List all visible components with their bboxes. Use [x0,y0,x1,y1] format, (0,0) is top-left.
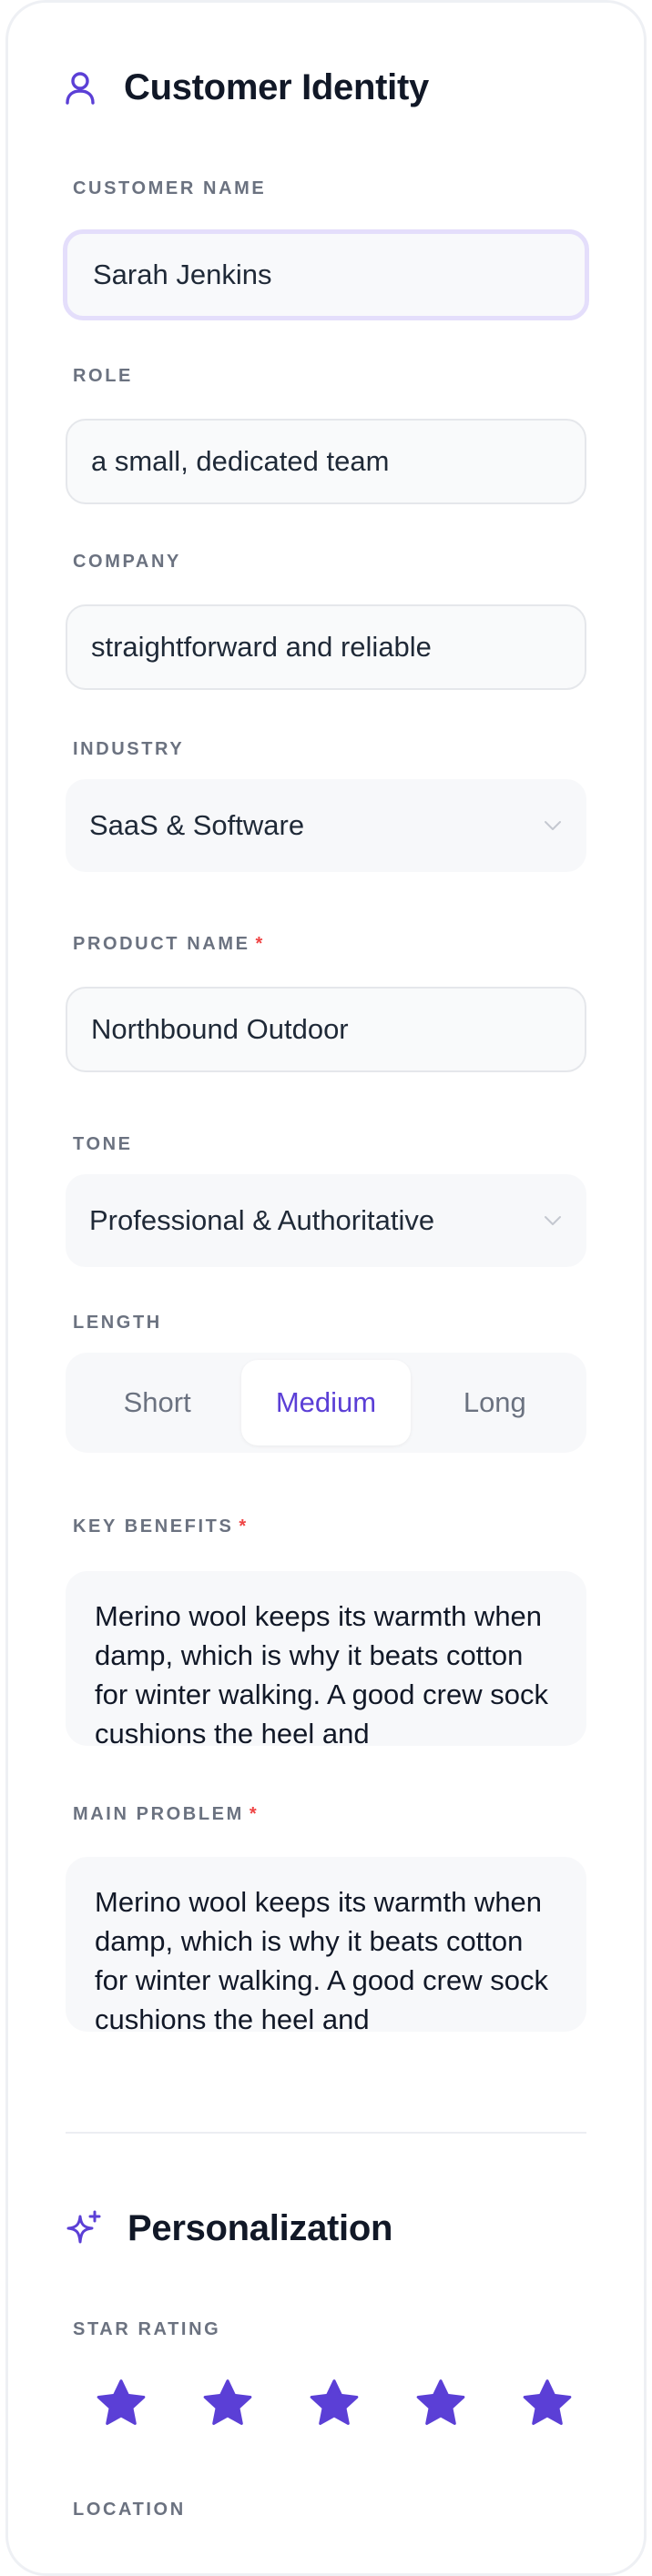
company-label: COMPANY [73,552,181,572]
main-problem-textarea[interactable]: Merino wool keeps its warmth when damp, … [66,1857,586,2032]
key-benefits-label: KEY BENEFITS * [73,1516,249,1537]
required-marker: * [239,1516,249,1536]
section-divider [66,2132,586,2134]
star-rating [93,2376,576,2432]
chevron-down-icon [545,821,561,830]
user-icon [66,71,95,105]
star-icon[interactable] [413,2376,469,2432]
product-name-label-text: PRODUCT NAME [73,934,250,954]
star-icon[interactable] [306,2376,362,2432]
personalization-header: Personalization [64,2208,392,2249]
key-benefits-textarea[interactable]: Merino wool keeps its warmth when damp, … [66,1571,586,1746]
location-label: LOCATION [73,2500,186,2520]
customer-identity-header: Customer Identity [60,67,429,108]
length-option-short[interactable]: Short [73,1360,241,1445]
star-icon[interactable] [519,2376,576,2432]
tone-select[interactable]: Professional & Authoritative [66,1174,586,1267]
section-title: Customer Identity [124,67,429,107]
star-rating-label: STAR RATING [73,2319,221,2339]
section-title: Personalization [127,2208,393,2248]
star-icon[interactable] [93,2376,149,2432]
customer-name-value: Sarah Jenkins [93,259,272,290]
company-input[interactable]: straightforward and reliable [66,604,586,690]
role-value: a small, dedicated team [91,445,390,477]
role-label: ROLE [73,366,133,386]
customer-name-input[interactable]: Sarah Jenkins [63,229,589,320]
length-option-medium[interactable]: Medium [241,1360,411,1445]
product-name-input[interactable]: Northbound Outdoor [66,987,586,1072]
length-label: LENGTH [73,1313,162,1333]
product-name-label: PRODUCT NAME * [73,934,265,955]
role-input[interactable]: a small, dedicated team [66,419,586,504]
length-segmented-control: Short Medium Long [66,1353,586,1453]
length-option-long[interactable]: Long [411,1360,579,1445]
star-icon[interactable] [199,2376,256,2432]
required-marker: * [255,934,265,954]
company-value: straightforward and reliable [91,631,432,663]
customer-name-label: CUSTOMER NAME [73,178,267,198]
key-benefits-label-text: KEY BENEFITS [73,1516,234,1536]
tone-label: TONE [73,1134,133,1154]
industry-select[interactable]: SaaS & Software [66,779,586,872]
chevron-down-icon [545,1216,561,1225]
main-problem-label: MAIN PROBLEM * [73,1804,259,1825]
tone-value: Professional & Authoritative [89,1204,435,1236]
product-name-value: Northbound Outdoor [91,1013,349,1045]
sparkles-icon [66,2210,101,2243]
required-marker: * [249,1804,260,1824]
main-problem-label-text: MAIN PROBLEM [73,1804,244,1824]
industry-label: INDUSTRY [73,739,185,759]
industry-value: SaaS & Software [89,809,305,841]
